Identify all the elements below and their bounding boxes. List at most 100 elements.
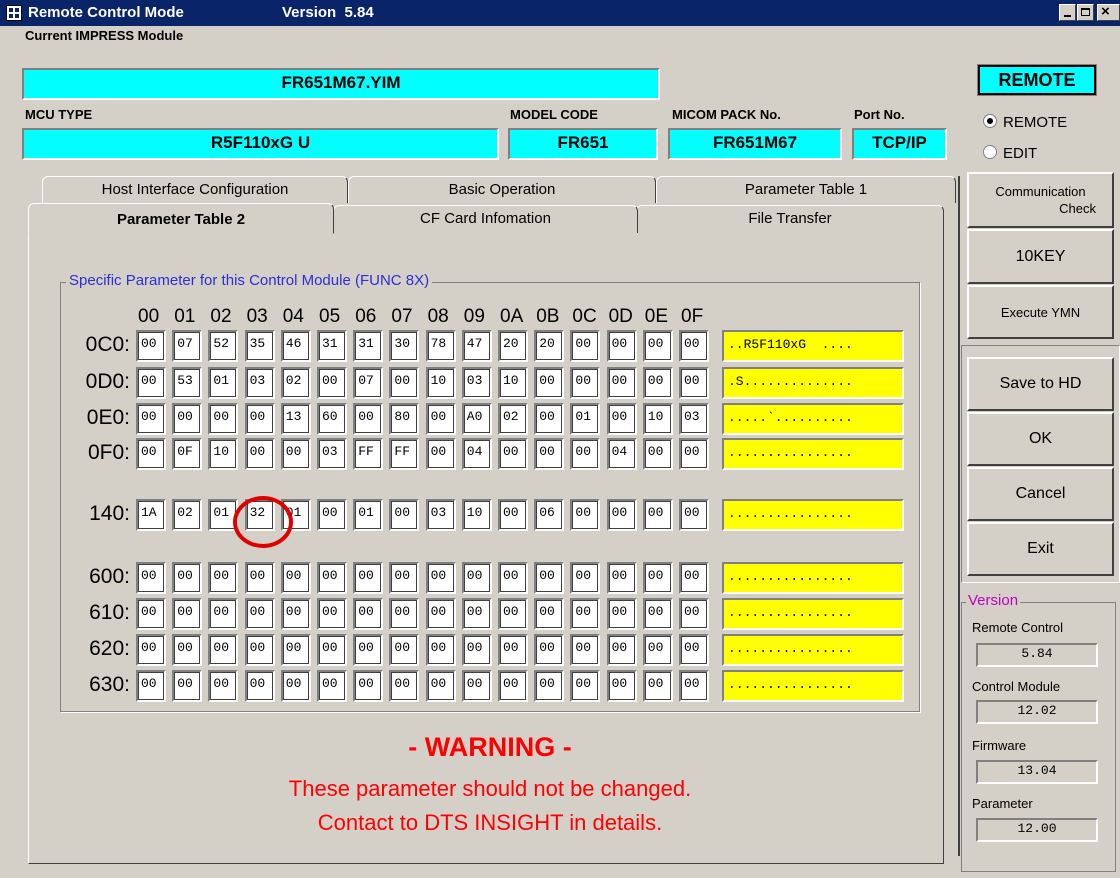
hex-cell[interactable]: 00 [136, 403, 166, 435]
hex-cell[interactable]: 53 [172, 367, 203, 399]
communication-check-button[interactable]: Communication Check [967, 172, 1114, 228]
hex-cell[interactable]: 00 [534, 438, 565, 470]
hex-cell[interactable]: 00 [244, 403, 275, 435]
hex-cell[interactable]: 00 [642, 367, 673, 399]
hex-cell[interactable]: 13 [280, 403, 311, 435]
cancel-button[interactable]: Cancel [967, 467, 1114, 521]
hex-cell[interactable]: 00 [208, 562, 239, 594]
hex-cell[interactable]: 00 [280, 438, 311, 470]
hex-cell[interactable]: 00 [570, 670, 601, 702]
hex-cell[interactable]: 00 [425, 598, 456, 630]
hex-cell[interactable]: 35 [244, 330, 275, 362]
hex-cell[interactable]: 00 [389, 499, 420, 531]
tab-file-transfer[interactable]: File Transfer [636, 205, 944, 233]
hex-cell[interactable]: 00 [425, 438, 456, 470]
hex-cell[interactable]: 00 [136, 330, 166, 362]
hex-cell[interactable]: 07 [172, 330, 203, 362]
hex-cell[interactable]: 00 [461, 634, 492, 666]
hex-cell[interactable]: 00 [389, 598, 420, 630]
hex-cell[interactable]: 00 [679, 670, 709, 702]
hex-cell[interactable]: 02 [498, 403, 528, 435]
hex-cell[interactable]: 00 [642, 438, 673, 470]
hex-cell[interactable]: 00 [570, 330, 601, 362]
hex-cell[interactable]: 00 [172, 562, 203, 594]
hex-cell[interactable]: 00 [642, 562, 673, 594]
hex-cell[interactable]: 00 [534, 562, 565, 594]
hex-cell[interactable]: 00 [136, 598, 166, 630]
hex-cell[interactable]: A0 [461, 403, 492, 435]
hex-cell[interactable]: 1A [136, 499, 166, 531]
hex-cell[interactable]: 00 [172, 634, 203, 666]
execute-ymn-button[interactable]: Execute YMN [967, 285, 1114, 339]
hex-cell[interactable]: 00 [679, 598, 709, 630]
hex-cell[interactable]: FF [389, 438, 420, 470]
hex-cell[interactable]: 00 [172, 598, 203, 630]
hex-cell[interactable]: 00 [353, 562, 384, 594]
hex-cell[interactable]: 04 [606, 438, 637, 470]
hex-cell[interactable]: 00 [570, 499, 601, 531]
hex-cell[interactable]: 10 [208, 438, 239, 470]
hex-cell[interactable]: 00 [136, 438, 166, 470]
hex-cell[interactable]: 00 [570, 562, 601, 594]
hex-cell[interactable]: 31 [353, 330, 384, 362]
tab-cf-card[interactable]: CF Card Infomation [333, 205, 638, 233]
hex-cell[interactable]: 10 [425, 367, 456, 399]
hex-cell[interactable]: 00 [534, 670, 565, 702]
maximize-button[interactable] [1077, 4, 1094, 21]
hex-cell[interactable]: 00 [208, 598, 239, 630]
hex-cell[interactable]: 00 [679, 562, 709, 594]
hex-cell[interactable]: 00 [317, 562, 347, 594]
hex-cell[interactable]: 00 [353, 634, 384, 666]
hex-cell[interactable]: 00 [136, 634, 166, 666]
hex-cell[interactable]: 00 [208, 634, 239, 666]
tab-parameter-table-1[interactable]: Parameter Table 1 [656, 176, 956, 203]
hex-cell[interactable]: 00 [606, 670, 637, 702]
hex-cell[interactable]: 00 [317, 367, 347, 399]
hex-cell[interactable]: 00 [244, 598, 275, 630]
hex-cell[interactable]: 00 [280, 598, 311, 630]
radio-edit[interactable]: EDIT [983, 145, 1037, 162]
hex-cell[interactable]: 00 [570, 367, 601, 399]
hex-cell[interactable]: 0F [172, 438, 203, 470]
hex-cell[interactable]: 00 [642, 330, 673, 362]
hex-cell[interactable]: 00 [606, 403, 637, 435]
hex-cell[interactable]: 52 [208, 330, 239, 362]
hex-cell[interactable]: 00 [208, 670, 239, 702]
hex-cell[interactable]: 20 [534, 330, 565, 362]
hex-cell[interactable]: 00 [679, 499, 709, 531]
hex-cell[interactable]: 00 [679, 438, 709, 470]
hex-cell[interactable]: 00 [244, 562, 275, 594]
hex-cell[interactable]: 01 [353, 499, 384, 531]
hex-cell[interactable]: 03 [425, 499, 456, 531]
hex-cell[interactable]: 01 [208, 367, 239, 399]
hex-cell[interactable]: 00 [425, 634, 456, 666]
tab-parameter-table-2[interactable]: Parameter Table 2 [28, 203, 334, 234]
tenkey-button[interactable]: 10KEY [967, 229, 1114, 284]
hex-cell[interactable]: 30 [389, 330, 420, 362]
hex-cell[interactable]: 00 [136, 562, 166, 594]
hex-cell[interactable]: 60 [317, 403, 347, 435]
hex-cell[interactable]: 78 [425, 330, 456, 362]
hex-cell[interactable]: 00 [425, 562, 456, 594]
hex-cell[interactable]: 10 [461, 499, 492, 531]
hex-cell[interactable]: 00 [461, 598, 492, 630]
hex-cell[interactable]: 00 [606, 562, 637, 594]
hex-cell[interactable]: 31 [317, 330, 347, 362]
hex-cell[interactable]: 00 [461, 670, 492, 702]
hex-cell[interactable]: 00 [136, 670, 166, 702]
hex-cell[interactable]: 46 [280, 330, 311, 362]
hex-cell[interactable]: FF [353, 438, 384, 470]
hex-cell[interactable]: 80 [389, 403, 420, 435]
hex-cell[interactable]: 00 [606, 330, 637, 362]
hex-cell[interactable]: 00 [425, 670, 456, 702]
hex-cell[interactable]: 01 [570, 403, 601, 435]
hex-cell[interactable]: 00 [534, 634, 565, 666]
hex-cell[interactable]: 00 [461, 562, 492, 594]
hex-cell[interactable]: 20 [498, 330, 528, 362]
hex-cell[interactable]: 00 [679, 634, 709, 666]
hex-cell[interactable]: 00 [389, 670, 420, 702]
hex-cell[interactable]: 00 [498, 562, 528, 594]
hex-cell[interactable]: 00 [317, 598, 347, 630]
hex-cell[interactable]: 02 [280, 367, 311, 399]
exit-button[interactable]: Exit [967, 522, 1114, 576]
